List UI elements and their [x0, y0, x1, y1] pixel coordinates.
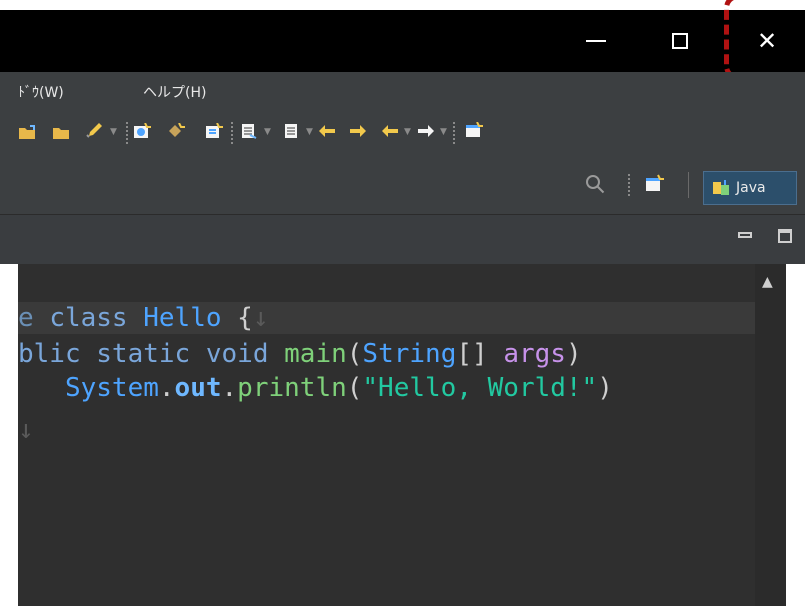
view-minimize-icon[interactable] [738, 232, 752, 238]
code-token: [] [456, 339, 504, 369]
new-class-icon[interactable] [133, 123, 151, 139]
main-toolbar: ▼ ▼ ▼ ▼ ▼ [0, 110, 805, 156]
code-token: main [284, 339, 347, 369]
open-folder-icon[interactable] [52, 124, 70, 140]
perspective-label: Java [736, 180, 766, 196]
code-token: ↓ [18, 415, 34, 445]
code-token: args [503, 339, 566, 369]
code-token: e [18, 303, 50, 333]
code-token: ( [346, 373, 363, 403]
back-icon[interactable] [318, 123, 336, 139]
toggle-icon[interactable] [240, 123, 258, 139]
code-token: ( [346, 339, 363, 369]
code-area[interactable]: e class Hello {↓ blic static void main(St… [18, 264, 755, 606]
toolbar-separator [628, 174, 631, 196]
code-editor[interactable]: e class Hello {↓ blic static void main(St… [0, 264, 805, 606]
code-token: blic [18, 339, 97, 369]
menu-bar: ﾄﾞｳ(W) ヘルプ(H) [0, 72, 805, 110]
vertical-scrollbar[interactable] [755, 264, 786, 606]
code-token: . [158, 373, 175, 403]
nav-back-icon[interactable] [381, 123, 399, 139]
toolbar-divider [688, 172, 689, 198]
open-folder-icon[interactable] [18, 124, 36, 140]
maximize-button[interactable] [650, 10, 710, 72]
code-token: ↓ [252, 303, 269, 333]
forward-icon[interactable] [349, 123, 367, 139]
annotation-icon[interactable] [283, 123, 301, 139]
menu-window[interactable]: ﾄﾞｳ(W) [18, 82, 64, 102]
toolbar-separator [453, 122, 456, 144]
open-perspective-icon[interactable] [465, 122, 483, 138]
code-token: class [49, 303, 144, 333]
view-header [0, 214, 805, 266]
left-edge [0, 264, 18, 606]
dropdown-arrow-icon[interactable]: ▼ [306, 127, 313, 137]
code-token: println [237, 373, 347, 403]
search-icon[interactable] [585, 174, 605, 194]
code-token: . [221, 373, 238, 403]
code-token: void [205, 339, 285, 369]
code-line[interactable]: System.out.println("Hello, World!") [18, 372, 613, 404]
toolbar-separator [231, 122, 234, 144]
code-token: ) [565, 339, 582, 369]
minimize-icon [586, 40, 606, 42]
code-line[interactable]: ↓ [18, 414, 34, 446]
code-token: out [174, 373, 222, 403]
java-perspective-button[interactable]: Java [703, 171, 797, 205]
close-icon: ✕ [756, 27, 778, 55]
right-edge [786, 264, 805, 606]
maximize-icon [672, 33, 688, 49]
new-package-icon[interactable] [167, 123, 185, 139]
nav-forward-icon[interactable] [417, 123, 435, 139]
brush-icon[interactable] [85, 122, 103, 138]
code-token: String [362, 339, 457, 369]
dropdown-arrow-icon[interactable]: ▼ [264, 127, 271, 137]
view-maximize-icon[interactable] [778, 229, 792, 243]
code-token: System [18, 373, 159, 403]
java-perspective-icon [713, 180, 729, 195]
perspective-toolbar [0, 156, 805, 214]
dropdown-arrow-icon[interactable]: ▼ [440, 127, 447, 137]
open-perspective-icon[interactable] [644, 174, 664, 194]
code-token: ) [597, 373, 613, 403]
code-token: Hello [143, 303, 222, 333]
toolbar-separator [126, 122, 129, 144]
code-line[interactable]: e class Hello {↓ [18, 302, 755, 334]
new-file-icon[interactable] [205, 123, 223, 139]
close-button[interactable]: ✕ [737, 10, 797, 72]
dropdown-arrow-icon[interactable]: ▼ [404, 127, 411, 137]
code-line[interactable]: blic static void main(String[] args) [18, 338, 582, 370]
code-token: "Hello, World!" [362, 373, 598, 403]
scroll-up-icon[interactable]: ▲ [762, 274, 773, 290]
minimize-button[interactable] [566, 10, 626, 72]
menu-help[interactable]: ヘルプ(H) [143, 82, 206, 102]
top-strip [0, 0, 805, 10]
dropdown-arrow-icon[interactable]: ▼ [110, 127, 117, 137]
code-token: { [221, 303, 253, 333]
code-token: static [96, 339, 206, 369]
